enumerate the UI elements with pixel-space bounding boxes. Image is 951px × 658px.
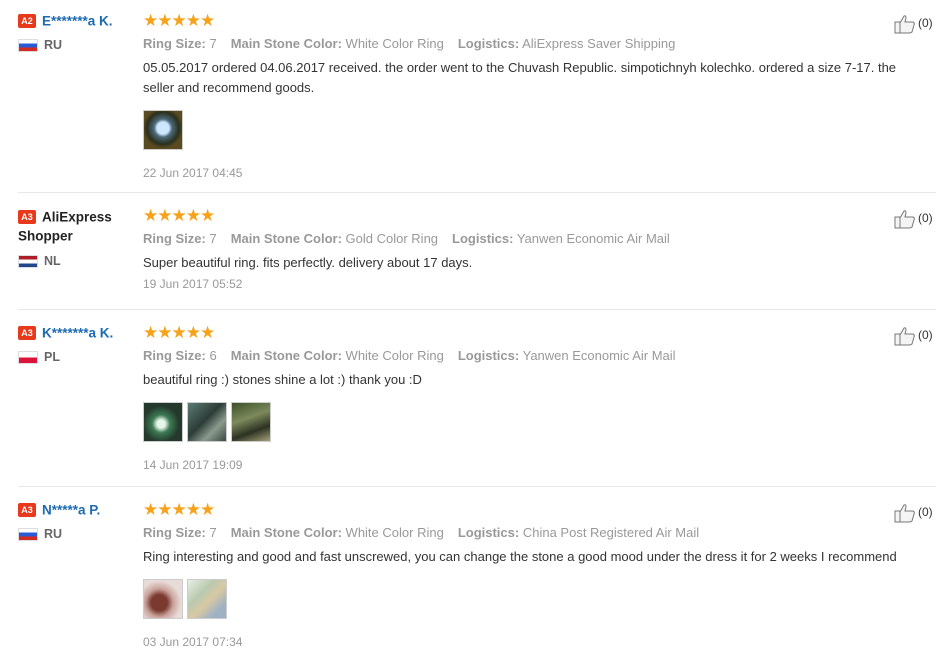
star-rating: ★★★★★ (143, 500, 215, 519)
stone-color: White Color Ring (345, 525, 444, 540)
flag-icon (18, 254, 38, 268)
helpful-button[interactable]: (0) (894, 14, 933, 34)
stone-color: White Color Ring (345, 36, 444, 51)
review-photo[interactable] (143, 402, 183, 442)
star-rating: ★★★★★ (143, 11, 215, 30)
reviewer-name[interactable]: E*******a K. (42, 13, 113, 28)
order-info: Ring Size: 7 Main Stone Color: White Colo… (143, 36, 676, 51)
logistics: Yanwen Economic Air Mail (522, 348, 676, 363)
order-info: Ring Size: 6 Main Stone Color: White Colo… (143, 348, 676, 363)
reviewer-info: A3 N*****a P. RU (18, 501, 143, 542)
star-rating: ★★★★★ (143, 323, 215, 342)
star-rating: ★★★★★ (143, 206, 215, 225)
review-date: 19 Jun 2017 05:52 (143, 277, 243, 291)
reviewer-name[interactable]: N*****a P. (42, 502, 100, 517)
review-photo[interactable] (231, 402, 271, 442)
thumbs-up-icon (894, 210, 915, 229)
ring-size: 7 (209, 36, 217, 51)
country-code: RU (44, 527, 63, 541)
helpful-button[interactable]: (0) (894, 326, 933, 346)
review-photo[interactable] (187, 579, 227, 619)
reviewer-name[interactable]: K*******a K. (42, 325, 113, 340)
review-text: 05.05.2017 ordered 04.06.2017 received. … (143, 60, 897, 95)
flag-icon (18, 351, 38, 365)
divider (18, 486, 936, 487)
flag-icon (18, 39, 38, 53)
review-photo[interactable] (143, 110, 183, 150)
review-text: Ring interesting and good and fast unscr… (143, 549, 897, 564)
ring-size: 7 (209, 525, 217, 540)
review-body: ★★★★★ Ring Size: 7 Main Stone Color: Gold… (143, 207, 903, 291)
review-photos (143, 402, 903, 444)
review-body: ★★★★★ Ring Size: 6 Main Stone Color: Whit… (143, 324, 903, 472)
review-body: ★★★★★ Ring Size: 7 Main Stone Color: Whit… (143, 501, 903, 649)
country-code: RU (44, 38, 63, 52)
thumbs-up-icon (894, 504, 915, 523)
like-count: (0) (918, 328, 933, 343)
like-count: (0) (918, 211, 933, 226)
review-photo[interactable] (187, 402, 227, 442)
level-badge: A3 (18, 325, 36, 340)
order-info: Ring Size: 7 Main Stone Color: Gold Color… (143, 231, 670, 246)
logistics: China Post Registered Air Mail (522, 525, 700, 540)
like-count: (0) (918, 505, 933, 520)
review-date: 03 Jun 2017 07:34 (143, 635, 243, 649)
logistics: AliExpress Saver Shipping (522, 36, 676, 51)
thumbs-up-icon (894, 15, 915, 34)
review-photos (143, 110, 903, 152)
ring-size: 7 (209, 231, 217, 246)
review-date: 22 Jun 2017 04:45 (143, 166, 243, 180)
stone-color: Gold Color Ring (345, 231, 439, 246)
logistics: Yanwen Economic Air Mail (516, 231, 670, 246)
review-body: ★★★★★ Ring Size: 7 Main Stone Color: Whit… (143, 12, 903, 180)
country-code: NL (44, 253, 61, 268)
review-photo[interactable] (143, 579, 183, 619)
review-date: 14 Jun 2017 19:09 (143, 458, 243, 472)
stone-color: White Color Ring (345, 348, 444, 363)
helpful-button[interactable]: (0) (894, 209, 933, 229)
reviewer-info: A2 E*******a K. RU (18, 12, 143, 53)
reviewer-info: A3 AliExpress Shopper NL (18, 207, 143, 268)
helpful-button[interactable]: (0) (894, 503, 933, 523)
level-badge: A2 (18, 13, 36, 28)
order-info: Ring Size: 7 Main Stone Color: White Colo… (143, 525, 700, 540)
review-text: beautiful ring :) stones shine a lot :) … (143, 372, 422, 387)
review-text: Super beautiful ring. fits perfectly. de… (143, 255, 473, 270)
like-count: (0) (918, 16, 933, 31)
reviewer-info: A3 K*******a K. PL (18, 324, 143, 365)
divider (18, 192, 936, 193)
level-badge: A3 (18, 502, 36, 517)
thumbs-up-icon (894, 327, 915, 346)
divider (18, 309, 936, 310)
country-code: PL (44, 350, 60, 364)
ring-size: 6 (209, 348, 217, 363)
level-badge: A3 (18, 209, 36, 224)
review-photos (143, 579, 903, 621)
flag-icon (18, 528, 38, 542)
